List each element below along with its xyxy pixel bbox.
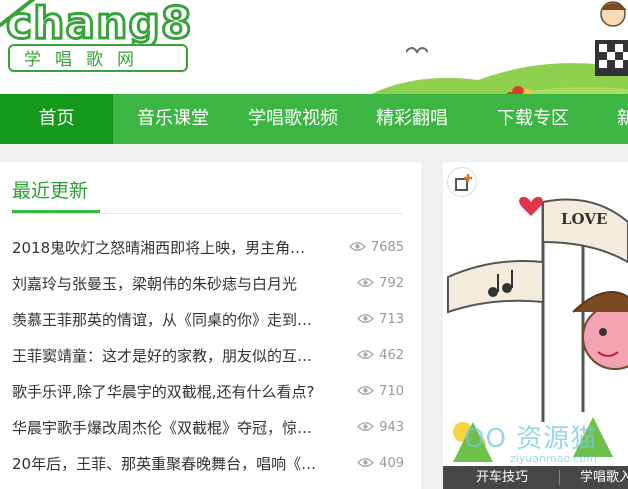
news-title[interactable]: 华晨宇歌手爆改周杰伦《双截棍》夺冠，惊…: [12, 410, 334, 446]
view-count: 409: [357, 446, 404, 482]
view-count-value: 7685: [370, 240, 404, 255]
eye-icon: [357, 278, 375, 287]
eye-icon: [357, 314, 375, 323]
logo-subtitle: 学唱歌网: [24, 50, 148, 70]
plus-icon: [455, 174, 472, 191]
eye-icon: [348, 242, 366, 251]
view-count-value: 710: [379, 384, 404, 399]
logo-text: chang8: [5, 0, 194, 51]
nav-item-singing-video[interactable]: 学唱歌视频: [248, 94, 338, 144]
list-item[interactable]: 2018鬼吹灯之怒晴湘西即将上映，男主角… 7685: [12, 230, 404, 266]
caption-divider: [559, 470, 560, 485]
view-count: 792: [357, 266, 404, 302]
site-logo[interactable]: chang8 学唱歌网: [0, 0, 200, 80]
nav-item-home[interactable]: 首页: [0, 94, 113, 144]
section-divider: [12, 213, 403, 214]
section-title: 最近更新: [12, 180, 89, 202]
list-item[interactable]: 刘嘉玲与张曼玉，梁朝伟的朱砂痣与白月光 792: [12, 266, 404, 302]
watermark-subtitle: ziyuanmao.com: [510, 452, 598, 465]
view-count: 462: [357, 338, 404, 374]
view-count-value: 462: [379, 348, 404, 363]
eye-icon: [357, 422, 375, 431]
nav-item-more[interactable]: 新: [617, 94, 628, 144]
view-count-value: 943: [379, 420, 404, 435]
nav-item-covers[interactable]: 精彩翻唱: [376, 94, 448, 144]
view-count-value: 713: [379, 312, 404, 327]
sign-text: LOVE: [561, 210, 607, 228]
nav-item-music-class[interactable]: 音乐课堂: [137, 94, 209, 144]
list-item[interactable]: 20年后，王菲、那英重聚春晚舞台，唱响《… 409: [12, 446, 404, 482]
view-count-value: 792: [379, 276, 404, 291]
view-count: 7685: [348, 230, 404, 266]
watermark-text: 资源猫: [516, 424, 598, 454]
view-count: 943: [357, 410, 404, 446]
nav-item-downloads[interactable]: 下载专区: [497, 94, 569, 144]
news-title[interactable]: 羡慕王菲那英的情谊，从《同桌的你》走到…: [12, 302, 334, 338]
eye-icon: [357, 386, 375, 395]
bird-icon: [406, 47, 428, 54]
caption-driving-tips[interactable]: 开车技巧: [476, 466, 528, 489]
list-item[interactable]: 羡慕王菲那英的情谊，从《同桌的你》走到… 713: [12, 302, 404, 338]
view-count: 710: [357, 374, 404, 410]
watermark: OO 资源猫: [464, 424, 598, 454]
news-title[interactable]: 20年后，王菲、那英重聚春晚舞台，唱响《…: [12, 446, 334, 482]
eye-icon: [357, 350, 375, 359]
view-count-value: 409: [379, 456, 404, 471]
main-nav: 首页 音乐课堂 学唱歌视频 精彩翻唱 下载专区 新: [0, 94, 628, 144]
add-button[interactable]: [447, 167, 477, 197]
featured-caption-bar: 开车技巧 学唱歌入: [443, 466, 628, 489]
news-title[interactable]: 歌手乐评,除了华晨宇的双截棍,还有什么看点?: [12, 374, 334, 410]
recent-updates-panel: 最近更新 2018鬼吹灯之怒晴湘西即将上映，男主角… 7685 刘嘉玲与张曼玉，…: [0, 162, 421, 489]
news-title[interactable]: 刘嘉玲与张曼玉，梁朝伟的朱砂痣与白月光: [12, 266, 334, 302]
list-item[interactable]: 华晨宇歌手爆改周杰伦《双截棍》夺冠，惊… 943: [12, 410, 404, 446]
eye-icon: [357, 458, 375, 467]
caption-learn-singing[interactable]: 学唱歌入: [580, 466, 628, 489]
site-header: chang8 学唱歌网: [0, 0, 628, 94]
list-item[interactable]: 王菲窦靖童：这才是好的家教，朋友似的互… 462: [12, 338, 404, 374]
news-title[interactable]: 2018鬼吹灯之怒晴湘西即将上映，男主角…: [12, 230, 334, 266]
news-title[interactable]: 王菲窦靖童：这才是好的家教，朋友似的互…: [12, 338, 334, 374]
character-illustration: [595, 1, 628, 76]
view-count: 713: [357, 302, 404, 338]
list-item[interactable]: 歌手乐评,除了华晨宇的双截棍,还有什么看点? 710: [12, 374, 404, 410]
